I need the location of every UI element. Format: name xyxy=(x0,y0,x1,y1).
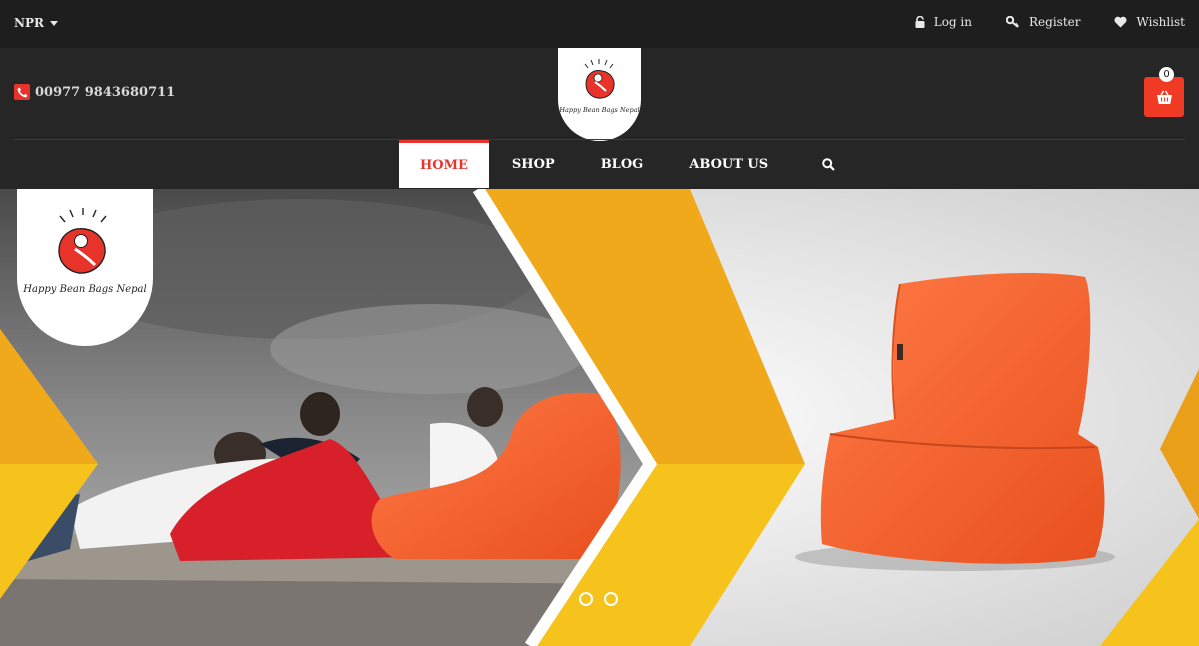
phone-icon xyxy=(14,84,30,100)
nav-home[interactable]: HOME xyxy=(399,140,489,188)
nav-shop[interactable]: SHOP xyxy=(489,140,578,188)
shopping-basket-icon xyxy=(1156,90,1172,104)
hero-logo-wordmark: Happy Bean Bags Nepal xyxy=(22,284,146,295)
wishlist-link[interactable]: Wishlist xyxy=(1114,15,1185,29)
lock-icon xyxy=(915,16,925,28)
register-link[interactable]: Register xyxy=(1006,15,1080,29)
currency-label: NPR xyxy=(14,16,44,30)
hero-slider[interactable] xyxy=(0,189,1199,646)
account-links: Log in Register Wishlist xyxy=(915,15,1185,29)
search-icon xyxy=(821,157,835,171)
nav-blog[interactable]: BLOG xyxy=(578,140,667,188)
site-header: 00977 9843680711 Happy Bean Bags Nepal 0… xyxy=(0,48,1199,189)
login-link[interactable]: Log in xyxy=(915,15,972,29)
key-icon xyxy=(1006,16,1020,28)
hero-logo-card: Happy Bean Bags Nepal xyxy=(17,189,153,346)
bean-bag-logo-icon: Happy Bean Bags Nepal xyxy=(558,59,640,114)
cart-count-badge: 0 xyxy=(1159,67,1174,82)
slide-dot-1[interactable] xyxy=(579,592,593,606)
site-logo[interactable]: Happy Bean Bags Nepal xyxy=(558,48,641,141)
bean-bag-logo-icon: Happy Bean Bags Nepal xyxy=(22,208,147,295)
register-label: Register xyxy=(1029,15,1081,29)
hero-banner-image xyxy=(0,189,1199,646)
login-label: Log in xyxy=(933,15,972,29)
logo-wordmark: Happy Bean Bags Nepal xyxy=(558,106,639,114)
phone-contact: 00977 9843680711 xyxy=(14,84,175,100)
currency-selector[interactable]: NPR xyxy=(14,16,58,30)
slider-pagination xyxy=(579,592,618,606)
cart-button[interactable] xyxy=(1144,77,1184,117)
phone-number: 00977 9843680711 xyxy=(35,84,176,100)
top-bar: NPR Log in Register Wishlist xyxy=(0,0,1199,48)
main-nav: HOME SHOP BLOG ABOUT US xyxy=(399,140,858,188)
wishlist-label: Wishlist xyxy=(1136,15,1185,29)
caret-down-icon xyxy=(49,20,58,26)
heart-icon xyxy=(1114,16,1128,28)
slide-dot-2[interactable] xyxy=(604,592,618,606)
search-button[interactable] xyxy=(798,140,858,188)
nav-about-us[interactable]: ABOUT US xyxy=(666,140,791,188)
